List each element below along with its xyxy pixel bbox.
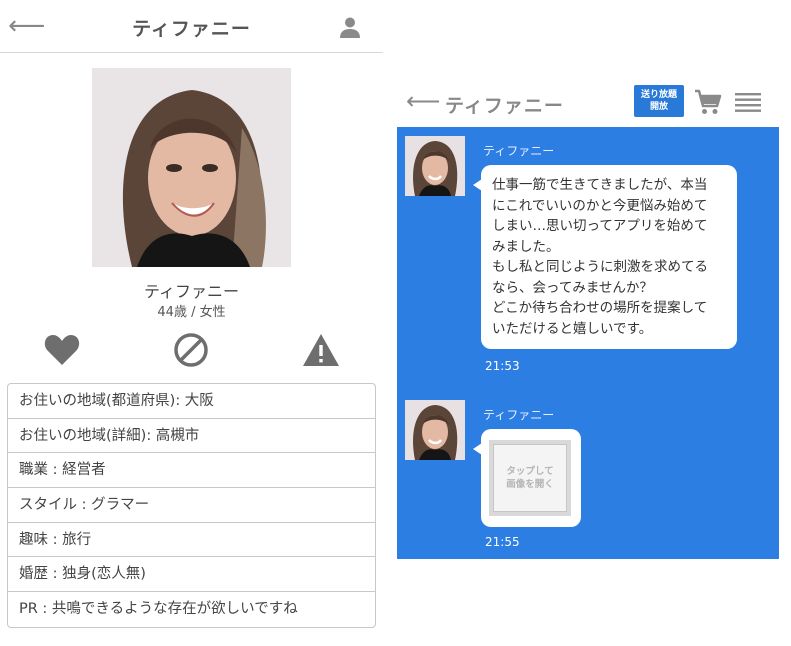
profile-name: ティファニー [143, 282, 240, 301]
info-occupation: 職業 : 経営者 [8, 453, 375, 489]
chat-screen: ⟵ ティファニー 送り放題 開放 ティファニー 仕事一筋で生きてきましたが、本当… [397, 78, 779, 559]
chat-header: ⟵ ティファニー 送り放題 開放 [397, 78, 779, 127]
cart-icon[interactable] [694, 88, 722, 116]
message-sender: ティファニー [483, 408, 555, 422]
message-text: 仕事一筋で生きてきましたが、本当 にこれでいいのかと今更悩み始めて しまい…思い… [492, 177, 708, 337]
unlimited-send-badge-button[interactable]: 送り放題 開放 [634, 85, 684, 117]
message-time: 21:53 [485, 359, 520, 373]
chat-message-area[interactable]: ティファニー 仕事一筋で生きてきましたが、本当 にこれでいいのかと今更悩み始めて… [397, 127, 779, 559]
info-marital-status: 婚歴 : 独身(恋人無) [8, 557, 375, 593]
user-icon[interactable] [338, 15, 362, 39]
info-hobby: 趣味 : 旅行 [8, 523, 375, 558]
profile-info-list: お住いの地域(都道府県): 大阪 お住いの地域(詳細): 高槻市 職業 : 経営… [7, 383, 376, 628]
message-sender: ティファニー [483, 144, 555, 158]
profile-photo[interactable] [92, 68, 291, 267]
message-time: 21:55 [485, 535, 520, 549]
info-area-detail: お住いの地域(詳細): 高槻市 [8, 419, 375, 454]
chat-title: ティファニー [445, 95, 564, 117]
profile-header: ⟵ ティファニー [0, 0, 383, 53]
warning-icon[interactable] [301, 330, 341, 370]
avatar[interactable] [405, 136, 465, 196]
back-arrow-icon[interactable]: ⟵ [406, 87, 440, 115]
badge-line-1: 送り放題 [640, 90, 677, 100]
info-prefecture: お住いの地域(都道府県): 大阪 [8, 384, 375, 419]
message-bubble[interactable]: 仕事一筋で生きてきましたが、本当 にこれでいいのかと今更悩み始めて しまい…思い… [473, 165, 737, 349]
avatar[interactable] [405, 400, 465, 460]
block-icon[interactable] [171, 330, 211, 370]
image-label-line-1: タップして [506, 466, 554, 477]
badge-line-2: 開放 [649, 102, 668, 112]
profile-age-gender: 44歳 / 女性 [157, 305, 226, 320]
image-thumbnail[interactable]: タップして 画像を開く [489, 440, 571, 516]
menu-icon[interactable] [735, 90, 761, 114]
info-style: スタイル : グラマー [8, 488, 375, 523]
profile-screen: ⟵ ティファニー ティファニー 44歳 / 女性 お住いの地域(都道府県): 大… [0, 0, 383, 646]
page-title: ティファニー [132, 18, 251, 40]
image-label-line-2: 画像を開く [506, 479, 554, 490]
heart-icon[interactable] [42, 330, 82, 370]
info-pr: PR : 共鳴できるような存在が欲しいですね [19, 601, 298, 618]
image-message-bubble[interactable]: タップして 画像を開く [473, 429, 581, 527]
